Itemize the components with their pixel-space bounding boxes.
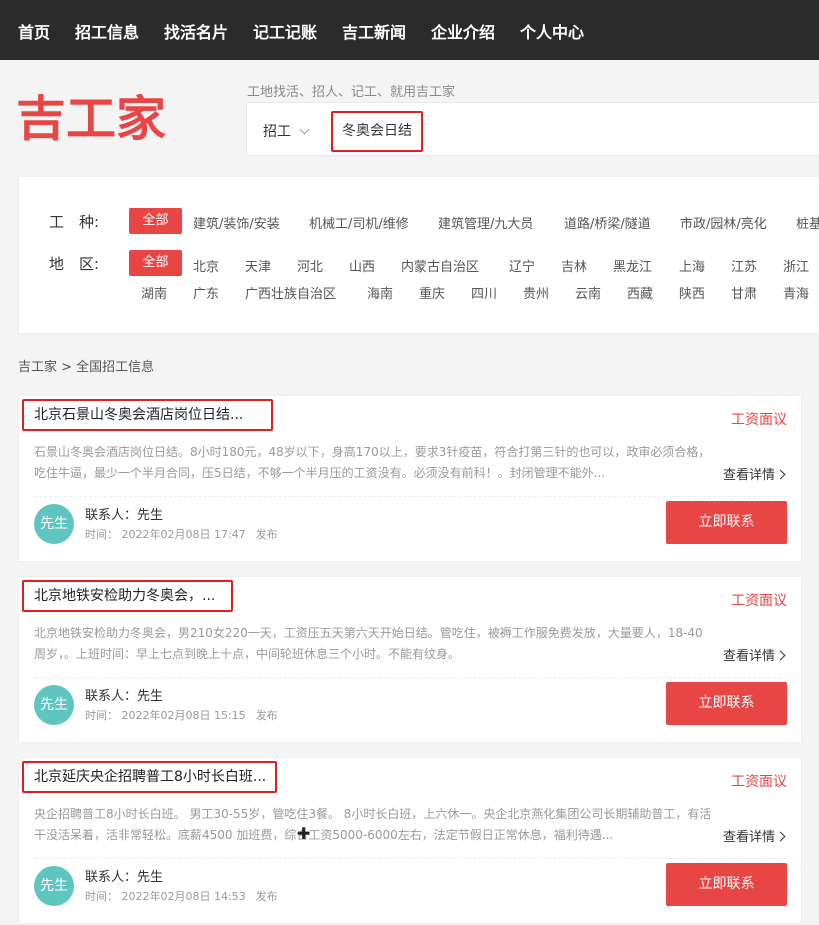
region-option[interactable]: 四川	[471, 283, 497, 302]
job-description: 央企招聘普工8小时长白班。 男工30-55岁，管吃住3餐。 8小时长白班，上六休…	[34, 807, 712, 842]
job-wage: 工资面议	[731, 412, 787, 428]
search-box: 招工 冬奥会日结	[246, 102, 819, 156]
region-option[interactable]: 河北	[297, 256, 323, 275]
trade-option[interactable]: 道路/桥梁/隧道	[564, 213, 651, 232]
job-title[interactable]: 北京地铁安检助力冬奥会，...	[22, 580, 233, 612]
region-option[interactable]: 广东	[193, 283, 219, 302]
contact-person: 联系人：先生	[85, 689, 164, 704]
region-option[interactable]: 云南	[575, 283, 601, 302]
divider	[34, 858, 786, 859]
region-option[interactable]: 海南	[367, 283, 393, 302]
top-nav: 首页 招工信息 找活名片 记工记账 吉工新闻 企业介绍 个人中心	[0, 0, 819, 60]
nav-company[interactable]: 企业介绍	[431, 19, 495, 43]
trade-filter-label: 工 种:	[49, 213, 100, 231]
post-time: 时间： 2022年02月08日 15:15 发布	[85, 707, 288, 723]
publish-label: 发布	[255, 528, 278, 541]
job-title[interactable]: 北京石景山冬奥会酒店岗位日结...	[22, 399, 273, 431]
job-card[interactable]: 北京延庆央企招聘普工8小时长白班... 工资面议 央企招聘普工8小时长白班。 男…	[18, 757, 802, 924]
chevron-down-icon	[299, 124, 310, 135]
search-type-select[interactable]: 招工	[263, 121, 310, 141]
view-detail-link[interactable]: 查看详情	[722, 464, 786, 483]
job-wage: 工资面议	[731, 593, 787, 609]
post-time-value: 时间： 2022年02月08日 14:53	[85, 890, 246, 903]
trade-option[interactable]: 建筑/装饰/安装	[193, 213, 280, 232]
region-option[interactable]: 江苏	[731, 256, 757, 275]
nav-personal[interactable]: 个人中心	[520, 19, 584, 43]
region-option[interactable]: 广西壮族自治区	[245, 283, 336, 302]
view-detail-link[interactable]: 查看详情	[722, 826, 786, 845]
contact-person: 联系人：先生	[85, 508, 164, 523]
contact-now-button[interactable]: 立即联系	[666, 863, 787, 906]
chevron-right-icon	[775, 650, 786, 661]
nav-recruit[interactable]: 招工信息	[75, 19, 139, 43]
region-option[interactable]: 湖南	[141, 283, 167, 302]
job-wage: 工资面议	[731, 774, 787, 790]
region-option[interactable]: 内蒙古自治区	[401, 256, 479, 275]
divider	[34, 677, 786, 678]
region-option[interactable]: 黑龙江	[613, 256, 652, 275]
trade-option[interactable]: 机械工/司机/维修	[309, 213, 409, 232]
region-option[interactable]: 吉林	[561, 256, 587, 275]
post-time: 时间： 2022年02月08日 14:53 发布	[85, 888, 288, 904]
chevron-right-icon	[775, 469, 786, 480]
job-description: 北京地铁安检助力冬奥会，男210女220一天，工资压五天第六天开始日结。管吃住，…	[34, 626, 703, 661]
region-option[interactable]: 北京	[193, 256, 219, 275]
region-option[interactable]: 上海	[679, 256, 705, 275]
chevron-right-icon	[775, 831, 786, 842]
filter-panel: 工 种: 全部 建筑/装饰/安装 机械工/司机/维修 建筑管理/九大员 道路/桥…	[18, 176, 819, 334]
divider	[34, 496, 786, 497]
logo[interactable]: 吉工家	[16, 90, 168, 142]
job-description: 石景山冬奥会酒店岗位日结。8小时180元，48岁以下，身高170以上，要求3针疫…	[34, 445, 711, 480]
publish-label: 发布	[255, 709, 278, 722]
region-filter-label: 地 区:	[49, 255, 100, 273]
region-all-chip[interactable]: 全部	[129, 250, 182, 276]
slogan: 工地找活、招人、记工、就用吉工家	[247, 85, 456, 100]
nav-home[interactable]: 首页	[18, 19, 50, 43]
trade-option[interactable]: 市政/园林/亮化	[680, 213, 767, 232]
breadcrumb[interactable]: 吉工家 > 全国招工信息	[18, 356, 154, 375]
post-time-value: 时间： 2022年02月08日 15:15	[85, 709, 246, 722]
region-option[interactable]: 西藏	[627, 283, 653, 302]
nav-news[interactable]: 吉工新闻	[342, 19, 406, 43]
post-time-value: 时间： 2022年02月08日 17:47	[85, 528, 246, 541]
contact-now-button[interactable]: 立即联系	[666, 682, 787, 725]
region-option[interactable]: 青海	[783, 283, 809, 302]
post-time: 时间： 2022年02月08日 17:47 发布	[85, 526, 288, 542]
nav-find-work[interactable]: 找活名片	[164, 19, 228, 43]
job-card[interactable]: 北京地铁安检助力冬奥会，... 工资面议 北京地铁安检助力冬奥会，男210女22…	[18, 576, 802, 743]
contact-person: 联系人：先生	[85, 870, 164, 885]
region-option[interactable]: 天津	[245, 256, 271, 275]
region-option[interactable]: 重庆	[419, 283, 445, 302]
search-type-label: 招工	[263, 124, 291, 140]
view-detail-label: 查看详情	[722, 830, 775, 845]
move-cursor-icon: ✚	[297, 824, 311, 843]
view-detail-label: 查看详情	[722, 468, 775, 483]
region-option[interactable]: 浙江	[783, 256, 809, 275]
search-input[interactable]: 冬奥会日结	[331, 111, 423, 152]
job-card[interactable]: 北京石景山冬奥会酒店岗位日结... 工资面议 石景山冬奥会酒店岗位日结。8小时1…	[18, 395, 802, 562]
publish-label: 发布	[255, 890, 278, 903]
region-option[interactable]: 贵州	[523, 283, 549, 302]
trade-option[interactable]: 桩基	[796, 213, 819, 232]
avatar: 先生	[34, 866, 74, 906]
view-detail-label: 查看详情	[722, 649, 775, 664]
region-option[interactable]: 山西	[349, 256, 375, 275]
avatar: 先生	[34, 685, 74, 725]
avatar: 先生	[34, 504, 74, 544]
trade-option[interactable]: 建筑管理/九大员	[438, 213, 533, 232]
nav-record[interactable]: 记工记账	[253, 19, 317, 43]
region-option[interactable]: 辽宁	[509, 256, 535, 275]
contact-now-button[interactable]: 立即联系	[666, 501, 787, 544]
logo-text: 吉工家	[16, 91, 166, 142]
region-option[interactable]: 陕西	[679, 283, 705, 302]
job-title[interactable]: 北京延庆央企招聘普工8小时长白班...	[22, 761, 277, 793]
region-option[interactable]: 甘肃	[731, 283, 757, 302]
view-detail-link[interactable]: 查看详情	[722, 645, 786, 664]
trade-all-chip[interactable]: 全部	[129, 208, 182, 234]
